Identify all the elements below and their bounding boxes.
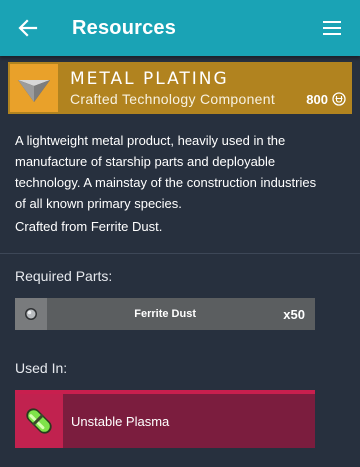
item-sub-row: Crafted Technology Component 800	[70, 91, 352, 107]
item-text: METAL PLATING Crafted Technology Compone…	[70, 69, 352, 107]
unstable-plasma-icon	[15, 394, 63, 448]
page-title: Resources	[72, 16, 177, 39]
hamburger-menu-icon	[323, 21, 341, 35]
section-divider	[0, 253, 360, 254]
item-name: METAL PLATING	[70, 69, 229, 89]
units-currency-icon	[332, 92, 346, 106]
arrow-left-icon	[18, 19, 38, 37]
item-category: Crafted Technology Component	[70, 91, 276, 107]
crafted-from-text: Crafted from Ferrite Dust.	[15, 219, 163, 234]
menu-button[interactable]	[304, 0, 360, 56]
app-bar: Resources	[0, 0, 360, 56]
required-part-row[interactable]: Ferrite Dust x50	[15, 298, 315, 330]
item-description: A lightweight metal product, heavily use…	[15, 133, 317, 211]
item-header: METAL PLATING Crafted Technology Compone…	[8, 62, 352, 114]
used-in-label: Used In:	[15, 360, 68, 376]
used-in-row[interactable]: Unstable Plasma	[15, 390, 315, 448]
part-quantity: x50	[283, 306, 305, 322]
item-price: 800	[306, 92, 346, 107]
used-in-item-name: Unstable Plasma	[71, 413, 170, 429]
price-value: 800	[306, 91, 328, 107]
ferrite-dust-icon	[15, 298, 47, 330]
back-button[interactable]	[0, 0, 56, 56]
part-name: Ferrite Dust	[134, 308, 197, 320]
metal-plating-icon	[10, 64, 58, 112]
required-parts-label: Required Parts:	[15, 268, 113, 284]
